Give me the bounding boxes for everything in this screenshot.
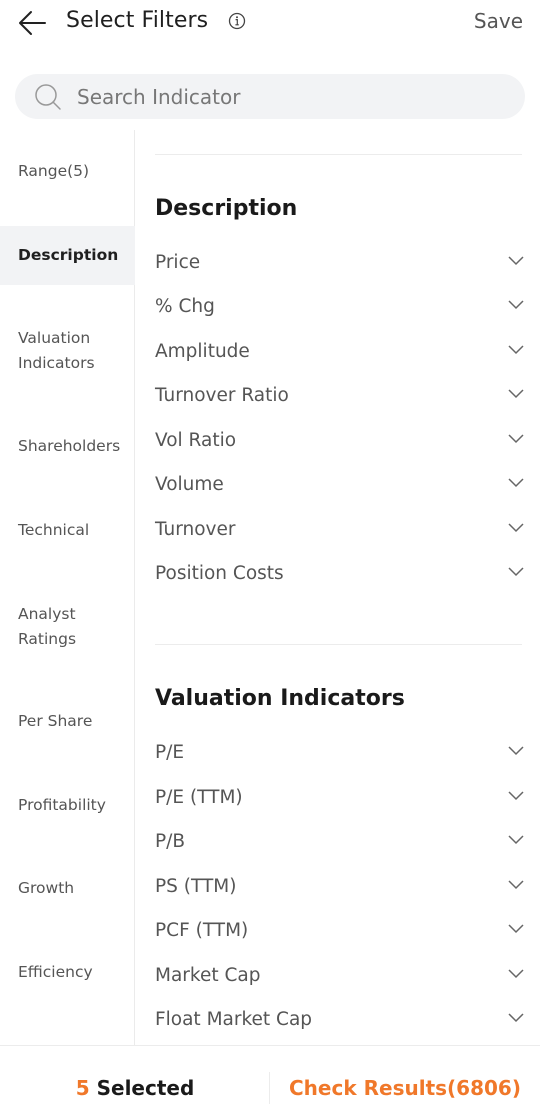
section-title-description: Description	[155, 196, 298, 221]
chevron-down-icon	[508, 880, 524, 890]
chevron-down-icon	[508, 835, 524, 845]
filter-row-float-market-cap[interactable]: Float Market Cap	[155, 1000, 526, 1040]
sidebar-item-description[interactable]: Description	[0, 226, 135, 285]
filter-row-pb[interactable]: P/B	[155, 822, 526, 862]
divider	[155, 644, 522, 645]
search-input[interactable]	[77, 74, 507, 119]
filter-row-pct-chg[interactable]: % Chg	[155, 287, 526, 327]
chevron-down-icon	[508, 389, 524, 399]
chevron-down-icon	[508, 567, 524, 577]
chevron-down-icon	[508, 300, 524, 310]
filter-label: Volume	[155, 474, 224, 495]
filter-content[interactable]: Description Price % Chg Amplitude Turnov…	[136, 130, 540, 1045]
filter-row-market-cap[interactable]: Market Cap	[155, 956, 526, 996]
filter-label: Turnover	[155, 519, 236, 540]
filter-row-turnover-ratio[interactable]: Turnover Ratio	[155, 376, 526, 416]
filter-label: P/E	[155, 742, 185, 763]
section-title-valuation-indicators: Valuation Indicators	[155, 686, 405, 711]
selected-label: Selected	[96, 1076, 195, 1100]
footer-bar: 5 Selected Check Results(6806)	[0, 1045, 540, 1104]
filter-label: P/E (TTM)	[155, 787, 243, 808]
sidebar-item-technical[interactable]: Technical	[0, 518, 135, 543]
filter-label: Price	[155, 252, 201, 273]
filter-label: Vol Ratio	[155, 430, 237, 451]
sidebar: Range(5) Description Valuation Indicator…	[0, 130, 135, 1045]
chevron-down-icon	[508, 523, 524, 533]
chevron-down-icon	[508, 791, 524, 801]
filter-label: Amplitude	[155, 341, 250, 362]
sidebar-item-shareholders[interactable]: Shareholders	[0, 434, 135, 459]
sidebar-item-profitability[interactable]: Profitability	[0, 793, 135, 818]
filter-row-price[interactable]: Price	[155, 243, 526, 283]
page-title: Select Filters	[66, 8, 209, 33]
filter-label: Turnover Ratio	[155, 385, 289, 406]
save-button[interactable]: Save	[474, 9, 523, 33]
chevron-down-icon	[508, 345, 524, 355]
filter-row-ps-ttm[interactable]: PS (TTM)	[155, 867, 526, 907]
filter-label: Float Market Cap	[155, 1009, 313, 1030]
sidebar-item-analyst-ratings[interactable]: Analyst Ratings	[0, 602, 110, 652]
chevron-down-icon	[508, 746, 524, 756]
filter-label: Position Costs	[155, 563, 284, 584]
selected-summary[interactable]: 5 Selected	[0, 1046, 270, 1104]
chevron-down-icon	[508, 1013, 524, 1023]
sidebar-item-efficiency[interactable]: Efficiency	[0, 960, 135, 985]
filter-label: P/B	[155, 831, 186, 852]
search-icon	[35, 84, 61, 110]
chevron-down-icon	[508, 256, 524, 266]
info-circle-icon[interactable]	[228, 12, 246, 30]
filter-label: Market Cap	[155, 965, 261, 986]
chevron-down-icon	[508, 478, 524, 488]
check-results-button[interactable]: Check Results(6806)	[270, 1046, 540, 1104]
chevron-down-icon	[508, 969, 524, 979]
sidebar-item-growth[interactable]: Growth	[0, 876, 135, 901]
filter-row-pe-ttm[interactable]: P/E (TTM)	[155, 778, 526, 818]
arrow-left-icon[interactable]	[16, 6, 50, 40]
filter-row-volume[interactable]: Volume	[155, 465, 526, 505]
sidebar-item-valuation-indicators[interactable]: Valuation Indicators	[0, 326, 120, 376]
filter-row-position-costs[interactable]: Position Costs	[155, 554, 526, 594]
filter-row-amplitude[interactable]: Amplitude	[155, 332, 526, 372]
filter-row-pe[interactable]: P/E	[155, 733, 526, 773]
divider	[155, 154, 522, 155]
chevron-down-icon	[508, 434, 524, 444]
header: Select Filters Save	[0, 0, 540, 60]
sidebar-item-range[interactable]: Range(5)	[0, 159, 135, 184]
filter-label: PS (TTM)	[155, 876, 237, 897]
chevron-down-icon	[508, 924, 524, 934]
search-bar[interactable]	[15, 74, 525, 119]
filter-row-vol-ratio[interactable]: Vol Ratio	[155, 421, 526, 461]
selected-count: 5	[75, 1076, 90, 1100]
sidebar-item-per-share[interactable]: Per Share	[0, 709, 135, 734]
filter-row-turnover[interactable]: Turnover	[155, 510, 526, 550]
filter-label: PCF (TTM)	[155, 920, 249, 941]
filter-row-pcf-ttm[interactable]: PCF (TTM)	[155, 911, 526, 951]
filter-label: % Chg	[155, 296, 215, 317]
